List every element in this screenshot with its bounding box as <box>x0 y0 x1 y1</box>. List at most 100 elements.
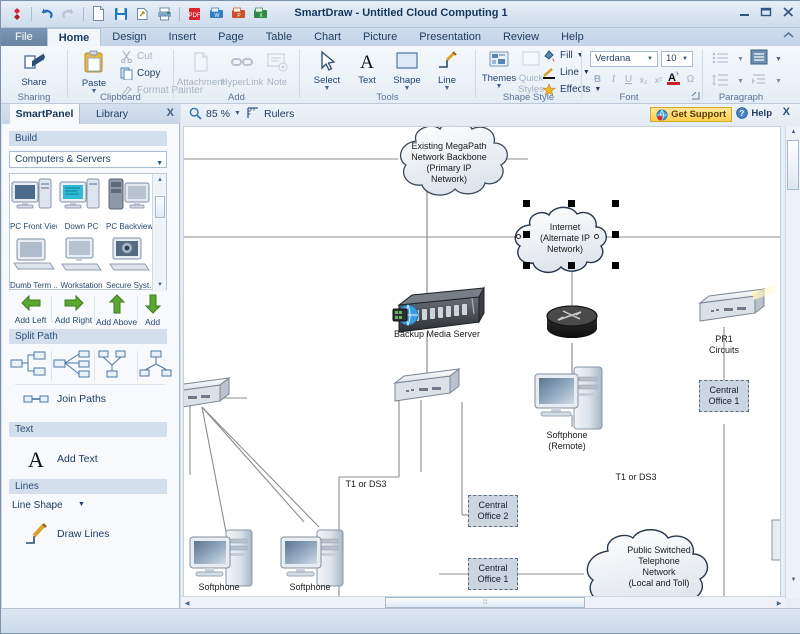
add-above-button[interactable]: Add Above <box>95 294 138 327</box>
fill-button[interactable]: Fill ▼ <box>539 48 587 63</box>
scroll-down-icon[interactable]: ▼ <box>786 574 800 586</box>
tab-home[interactable]: Home <box>46 28 102 46</box>
add-text-button[interactable]: A Add Text <box>9 444 167 474</box>
split-path-right-button[interactable] <box>9 349 52 381</box>
chevron-down-icon[interactable]: ▼ <box>234 110 241 117</box>
bullet-list-button[interactable] <box>711 50 731 65</box>
font-size-select[interactable]: 10 ▼ <box>661 51 693 67</box>
gallery-item-pc-front-view[interactable]: PC Front View <box>10 174 57 232</box>
node-central-office-1-bottom[interactable]: Central Office 1 <box>468 558 518 590</box>
node-central-office-1-top[interactable]: Central Office 1 <box>699 380 749 412</box>
chevron-down-icon[interactable]: ▼ <box>771 52 786 67</box>
node-softphone-2 <box>280 529 344 587</box>
tab-insert[interactable]: Insert <box>158 28 208 46</box>
scroll-up-icon[interactable]: ▲ <box>786 126 800 138</box>
superscript-button[interactable]: x² <box>651 72 666 87</box>
chevron-down-icon[interactable]: ▼ <box>679 53 691 65</box>
chevron-down-icon[interactable]: ▼ <box>771 74 786 89</box>
shape-category-select[interactable]: Computers & Servers ▼ <box>9 151 167 168</box>
line-tool-button[interactable]: Line ▼ <box>424 48 470 92</box>
copy-button[interactable]: Copy <box>117 66 163 81</box>
chevron-down-icon[interactable]: ▼ <box>644 53 656 65</box>
minimize-button[interactable] <box>737 5 752 19</box>
vertical-scroll-thumb[interactable] <box>787 140 799 190</box>
chevron-down-icon[interactable]: ▼ <box>733 74 748 89</box>
close-sidebar-icon[interactable]: X <box>167 107 174 119</box>
collapse-ribbon-icon[interactable] <box>783 31 794 43</box>
diagram-canvas[interactable]: Existing MegaPath Network Backbone (Prim… <box>183 126 781 598</box>
chevron-down-icon[interactable]: ▼ <box>156 156 163 171</box>
canvas-vertical-scrollbar[interactable]: ▲ ▼ <box>785 126 800 598</box>
tab-smartpanel[interactable]: SmartPanel <box>10 104 80 124</box>
tab-review[interactable]: Review <box>492 28 550 46</box>
gallery-item-dumb-terminal[interactable]: Dumb Term ... <box>10 233 57 291</box>
align-text-button[interactable] <box>749 49 769 64</box>
resize-handle-se[interactable] <box>612 262 619 269</box>
font-color-button[interactable]: A <box>666 70 681 85</box>
get-support-button[interactable]: Get Support <box>650 107 732 122</box>
line-shape-select[interactable]: Line Shape ▼ <box>12 500 112 516</box>
tab-help[interactable]: Help <box>550 28 595 46</box>
add-left-button[interactable]: Add Left <box>9 294 52 325</box>
resize-handle-s[interactable] <box>568 262 575 269</box>
italic-button[interactable]: I <box>606 72 621 87</box>
resize-handle-e[interactable] <box>612 231 619 238</box>
gallery-item-workstation[interactable]: Workstation <box>58 233 105 291</box>
rulers-label: Rulers <box>264 107 295 120</box>
note-button[interactable]: Note <box>254 48 300 88</box>
tab-page[interactable]: Page <box>207 28 255 46</box>
font-family-select[interactable]: Verdana ▼ <box>590 51 658 67</box>
bold-button[interactable]: B <box>590 72 605 87</box>
connection-point-west[interactable] <box>516 234 521 239</box>
gallery-item-down-pc[interactable]: Down PC <box>58 174 105 232</box>
shape-gallery: PC Front View Down PC PC Backview Dumb T… <box>9 173 167 291</box>
line-spacing-button[interactable] <box>711 72 731 87</box>
window-controls <box>737 5 796 19</box>
tab-file[interactable]: File <box>1 28 47 46</box>
scroll-up-icon[interactable]: ▲ <box>153 174 167 186</box>
gallery-item-secure-system[interactable]: Secure Syst... <box>106 233 153 291</box>
scroll-down-icon[interactable]: ▼ <box>153 279 167 291</box>
help-button[interactable]: ? Help <box>736 107 772 119</box>
subscript-button[interactable]: x₂ <box>636 72 651 87</box>
gallery-scrollbar[interactable]: ▲ ▼ <box>152 174 166 291</box>
share-button[interactable]: Share <box>11 48 57 88</box>
horizontal-scroll-thumb[interactable]: ⦙⦙⦙ <box>385 597 585 608</box>
canvas-horizontal-scrollbar[interactable]: ◀ ⦙⦙⦙ ▶ <box>181 596 785 608</box>
tab-presentation[interactable]: Presentation <box>408 28 492 46</box>
gallery-item-pc-backview[interactable]: PC Backview <box>106 174 153 232</box>
split-path-branch-button[interactable] <box>138 349 181 381</box>
tab-design[interactable]: Design <box>101 28 157 46</box>
tab-library[interactable]: Library <box>82 104 142 124</box>
node-central-office-2[interactable]: Central Office 2 <box>468 495 518 527</box>
tab-chart[interactable]: Chart <box>303 28 352 46</box>
split-path-fan-button[interactable] <box>52 349 95 381</box>
restore-button[interactable] <box>759 5 774 19</box>
chevron-down-icon[interactable]: ▼ <box>733 52 748 67</box>
zoom-control[interactable]: 85 % ▼ <box>189 107 241 120</box>
resize-handle-w[interactable] <box>523 231 530 238</box>
join-paths-button[interactable]: Join Paths <box>9 388 167 410</box>
resize-handle-n[interactable] <box>568 200 575 207</box>
tab-table[interactable]: Table <box>255 28 303 46</box>
resize-handle-nw[interactable] <box>523 200 530 207</box>
underline-button[interactable]: U <box>621 72 636 87</box>
join-paths-icon <box>23 395 49 403</box>
chevron-down-icon[interactable]: ▼ <box>78 501 85 508</box>
rulers-toggle[interactable]: Rulers <box>247 107 294 120</box>
paste-button[interactable]: Paste ▼ <box>74 48 114 95</box>
tab-picture[interactable]: Picture <box>352 28 408 46</box>
indent-button[interactable] <box>749 72 769 87</box>
add-right-button[interactable]: Add Right <box>52 294 95 325</box>
cut-button[interactable]: Cut <box>117 49 156 64</box>
attachment-button[interactable]: Attachment <box>177 48 225 88</box>
symbol-button[interactable]: Ω <box>683 72 698 87</box>
gallery-scroll-thumb[interactable] <box>155 196 165 218</box>
resize-handle-ne[interactable] <box>612 200 619 207</box>
draw-lines-button[interactable]: Draw Lines <box>9 519 167 549</box>
close-document-icon[interactable]: X <box>783 106 790 118</box>
close-button[interactable] <box>781 5 796 19</box>
split-path-down-button[interactable] <box>95 349 138 381</box>
resize-handle-sw[interactable] <box>523 262 530 269</box>
connection-point-east[interactable] <box>594 234 599 239</box>
